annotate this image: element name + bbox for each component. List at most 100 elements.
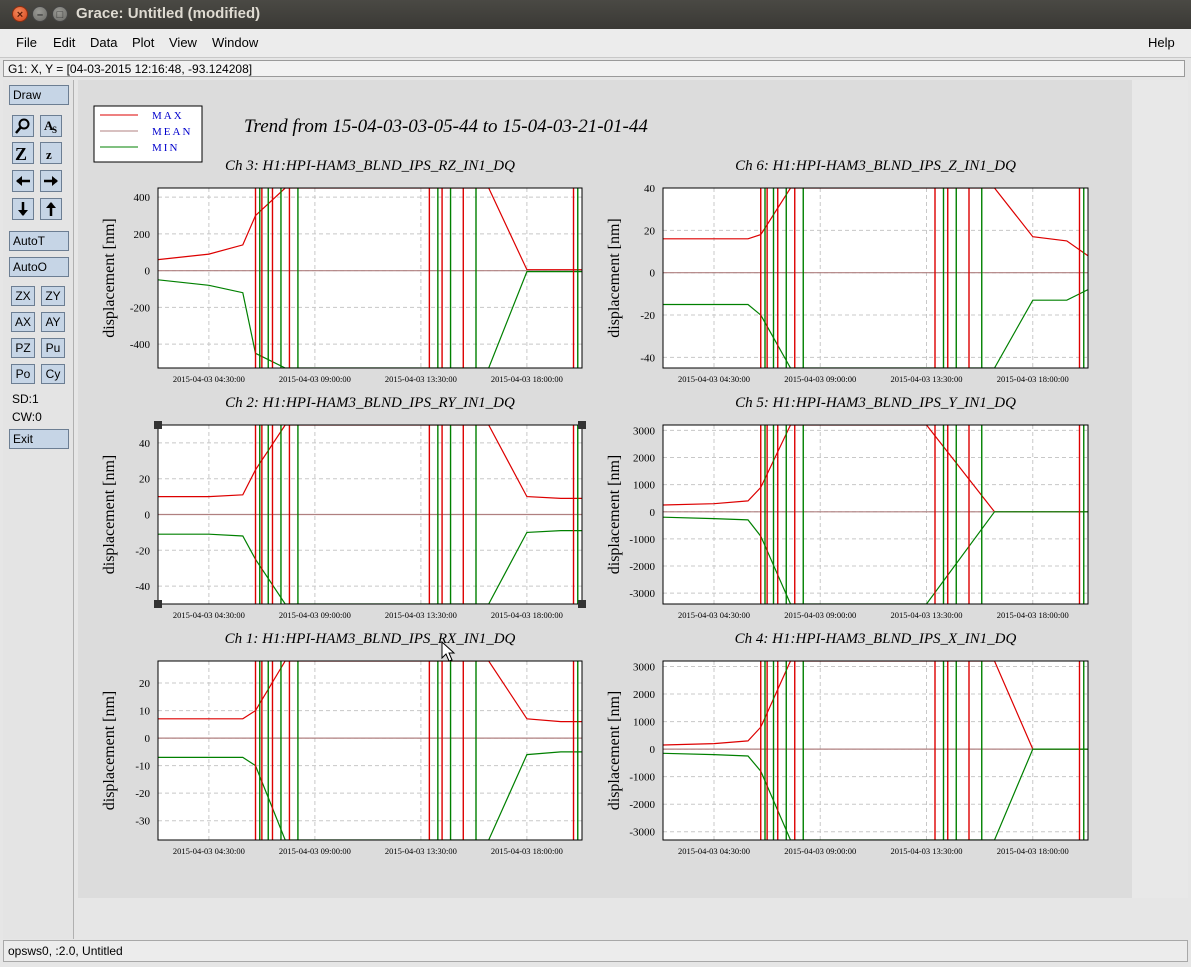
scroll-down-icon[interactable] (12, 198, 34, 220)
chart-panels: Ch 3: H1:HPI-HAM3_BLND_IPS_RZ_IN1_DQ4002… (101, 158, 1089, 856)
menu-window[interactable]: Window (212, 35, 258, 50)
x-tick-label: 2015-04-03 04:30:00 (173, 610, 245, 620)
y-tick-label: 40 (139, 438, 151, 450)
chart-title: Ch 5: H1:HPI-HAM3_BLND_IPS_Y_IN1_DQ (735, 395, 1016, 411)
y-axis-label: displacement [nm] (101, 691, 118, 811)
x-tick-label: 2015-04-03 09:00:00 (279, 846, 351, 856)
svg-text:S: S (52, 125, 57, 135)
x-tick-label: 2015-04-03 13:30:00 (890, 846, 962, 856)
y-axis-label: displacement [nm] (101, 218, 118, 338)
pu-button[interactable]: Pu (41, 338, 65, 358)
autoo-button[interactable]: AutoO (9, 257, 69, 277)
y-axis-label: displacement [nm] (606, 691, 623, 811)
ax-button[interactable]: AX (11, 312, 35, 332)
y-tick-label: -3000 (629, 588, 655, 600)
canvas-margin (1132, 80, 1188, 898)
window-minimize-button[interactable]: – (32, 6, 48, 22)
chart-title: Ch 1: H1:HPI-HAM3_BLND_IPS_RX_IN1_DQ (225, 631, 516, 647)
zx-button[interactable]: ZX (11, 286, 35, 306)
y-axis-label: displacement [nm] (101, 455, 118, 575)
y-tick-label: -20 (135, 788, 150, 800)
menu-data[interactable]: Data (90, 35, 117, 50)
x-tick-label: 2015-04-03 09:00:00 (279, 610, 351, 620)
autot-button[interactable]: AutoT (9, 231, 69, 251)
chart-panel-1[interactable]: Ch 3: H1:HPI-HAM3_BLND_IPS_RZ_IN1_DQ 400 2… (101, 158, 583, 384)
zoom-out-icon[interactable]: z (40, 142, 62, 164)
zy-button[interactable]: ZY (41, 286, 65, 306)
menu-view[interactable]: View (169, 35, 197, 50)
plot-area (663, 188, 1088, 368)
svg-text:z: z (46, 147, 52, 162)
window-maximize-button[interactable]: □ (52, 6, 68, 22)
y-tick-label: 3000 (633, 425, 656, 437)
selection-handle[interactable] (154, 600, 162, 608)
y-tick-label: 200 (134, 229, 151, 241)
zoom-icon[interactable] (12, 115, 34, 137)
chart-panel-3[interactable]: Ch 2: H1:HPI-HAM3_BLND_IPS_RY_IN1_DQ 40 20… (101, 395, 583, 620)
y-tick-label: -200 (130, 302, 151, 314)
y-tick-label: 1000 (633, 480, 656, 492)
x-tick-label: 2015-04-03 13:30:00 (385, 846, 457, 856)
y-tick-label: 0 (145, 266, 151, 278)
cy-button[interactable]: Cy (41, 364, 65, 384)
x-tick-label: 2015-04-03 18:00:00 (997, 374, 1069, 384)
chart-panel-6[interactable]: Ch 4: H1:HPI-HAM3_BLND_IPS_X_IN1_DQ 3000 2… (606, 631, 1089, 856)
y-tick-label: 40 (644, 183, 656, 195)
menu-edit[interactable]: Edit (53, 35, 75, 50)
scroll-up-icon[interactable] (40, 198, 62, 220)
legend-label-mean: MEAN (152, 126, 192, 138)
menu-help[interactable]: Help (1148, 35, 1175, 50)
chart-title: Ch 6: H1:HPI-HAM3_BLND_IPS_Z_IN1_DQ (735, 158, 1016, 174)
y-axis-label: displacement [nm] (606, 455, 623, 575)
menu-plot[interactable]: Plot (132, 35, 154, 50)
stack-depth-label: SD:1 (12, 392, 39, 406)
autoscale-text-icon[interactable]: AS (40, 115, 62, 137)
scroll-right-icon[interactable] (40, 170, 62, 192)
zoom-in-icon[interactable]: Z (12, 142, 34, 164)
x-tick-label: 2015-04-03 09:00:00 (784, 610, 856, 620)
y-tick-label: 20 (139, 474, 151, 486)
x-tick-label: 2015-04-03 04:30:00 (678, 374, 750, 384)
x-tick-label: 2015-04-03 18:00:00 (491, 610, 563, 620)
y-tick-label: -400 (130, 339, 151, 351)
chart-panel-5[interactable]: Ch 1: H1:HPI-HAM3_BLND_IPS_RX_IN1_DQ 20 10… (101, 631, 583, 856)
x-tick-label: 2015-04-03 18:00:00 (997, 610, 1069, 620)
y-tick-label: 10 (139, 706, 151, 718)
x-tick-label: 2015-04-03 18:00:00 (491, 846, 563, 856)
pz-button[interactable]: PZ (11, 338, 35, 358)
selection-handle[interactable] (154, 421, 162, 429)
plot-area (663, 661, 1088, 840)
plot-svg[interactable]: MAX MEAN MIN Trend from 15-04-03-03-05-44 … (78, 80, 1132, 898)
x-tick-label: 2015-04-03 13:30:00 (385, 374, 457, 384)
x-tick-label: 2015-04-03 04:30:00 (173, 846, 245, 856)
y-tick-label: -3000 (629, 827, 655, 839)
x-tick-label: 2015-04-03 04:30:00 (678, 610, 750, 620)
x-tick-label: 2015-04-03 04:30:00 (678, 846, 750, 856)
plot-canvas[interactable]: MAX MEAN MIN Trend from 15-04-03-03-05-44 … (78, 80, 1132, 898)
exit-button[interactable]: Exit (9, 429, 69, 449)
window-title: Grace: Untitled (modified) (76, 5, 261, 22)
x-tick-label: 2015-04-03 18:00:00 (997, 846, 1069, 856)
svg-text:Z: Z (15, 144, 27, 163)
menubar: File Edit Data Plot View Window Help (0, 29, 1191, 58)
scroll-left-icon[interactable] (12, 170, 34, 192)
ay-button[interactable]: AY (41, 312, 65, 332)
window-close-button[interactable]: × (12, 6, 28, 22)
selection-handle[interactable] (578, 600, 586, 608)
y-tick-label: -40 (135, 581, 150, 593)
y-tick-label: -10 (135, 761, 150, 773)
mouse-cursor-icon (441, 641, 456, 662)
y-tick-label: 2000 (633, 689, 656, 701)
y-tick-label: -30 (135, 816, 150, 828)
chart-panel-4[interactable]: Ch 5: H1:HPI-HAM3_BLND_IPS_Y_IN1_DQ 3000 2… (606, 395, 1089, 620)
window-titlebar: × – □ Grace: Untitled (modified) (0, 0, 1191, 29)
y-tick-label: -40 (640, 352, 655, 364)
plot-title: Trend from 15-04-03-03-05-44 to 15-04-03… (244, 116, 648, 137)
menu-file[interactable]: File (16, 35, 37, 50)
draw-button[interactable]: Draw (9, 85, 69, 105)
chart-panel-2[interactable]: Ch 6: H1:HPI-HAM3_BLND_IPS_Z_IN1_DQ 40 20 0… (606, 158, 1089, 384)
po-button[interactable]: Po (11, 364, 35, 384)
plot-area (663, 425, 1088, 604)
status-bar: opsws0, :2.0, Untitled (3, 940, 1188, 962)
selection-handle[interactable] (578, 421, 586, 429)
